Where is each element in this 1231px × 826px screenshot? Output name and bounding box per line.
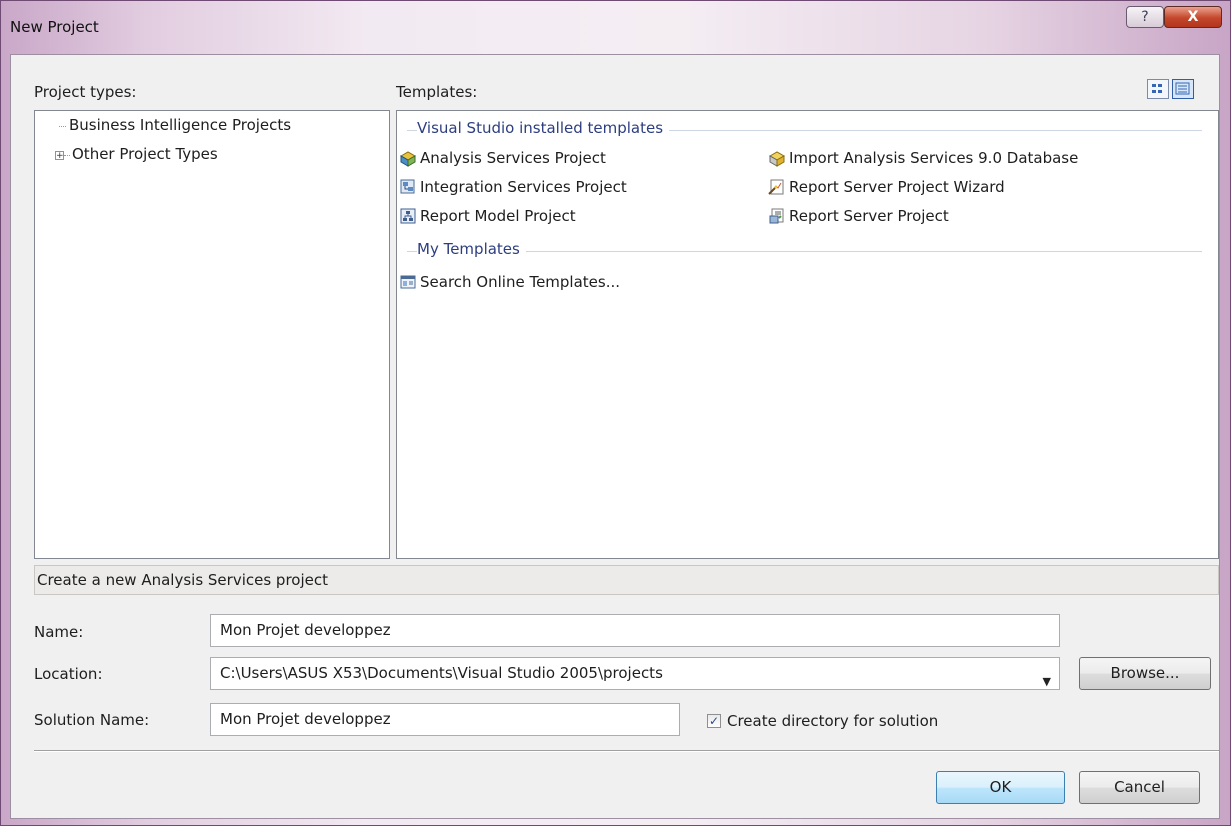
expand-icon[interactable]: +: [55, 151, 64, 161]
location-label: Location:: [34, 665, 103, 683]
checkmark-icon: ✓: [708, 714, 720, 728]
tree-item-business-intelligence[interactable]: Business Intelligence Projects: [69, 116, 291, 134]
templates-list[interactable]: Visual Studio installed templates Analys…: [396, 110, 1219, 559]
template-label: Integration Services Project: [420, 178, 627, 196]
tree-connector: [59, 126, 66, 127]
help-button[interactable]: ?: [1126, 6, 1164, 28]
analysis-services-icon: [399, 149, 417, 167]
search-online-icon: [399, 273, 417, 291]
small-icons-icon: [1175, 82, 1190, 95]
cancel-button[interactable]: Cancel: [1079, 771, 1200, 804]
dialog-title: New Project: [10, 18, 99, 36]
close-icon: X: [1187, 9, 1199, 25]
new-project-dialog: New Project ? X Project types: Templates…: [0, 0, 1231, 826]
template-label: Search Online Templates...: [420, 273, 621, 291]
cancel-button-label: Cancel: [1114, 778, 1165, 796]
template-label: Report Model Project: [420, 207, 576, 225]
group-rule: [407, 251, 1202, 252]
group-title-my-templates: My Templates: [417, 240, 526, 258]
tree-item-label: Business Intelligence Projects: [69, 116, 292, 134]
location-combo-value: C:\Users\ASUS X53\Documents\Visual Studi…: [220, 664, 663, 682]
chevron-down-icon[interactable]: ▼: [1043, 666, 1051, 689]
template-label: Report Server Project Wizard: [789, 178, 1005, 196]
report-model-icon: [399, 207, 417, 225]
template-description-bar: Create a new Analysis Services project: [34, 565, 1219, 595]
project-types-tree[interactable]: Business Intelligence Projects + Other P…: [34, 110, 390, 559]
tree-item-label: Other Project Types: [72, 145, 218, 163]
import-database-icon: [768, 149, 786, 167]
tree-connector: [64, 155, 70, 156]
template-search-online[interactable]: Search Online Templates...: [399, 273, 620, 291]
create-directory-checkbox[interactable]: ✓: [707, 714, 721, 728]
template-integration-services-project[interactable]: Integration Services Project: [399, 178, 627, 196]
small-icons-view-button[interactable]: [1172, 79, 1194, 99]
group-title-installed: Visual Studio installed templates: [417, 119, 670, 137]
templates-label: Templates:: [396, 83, 478, 101]
template-report-model-project[interactable]: Report Model Project: [399, 207, 576, 225]
template-label: Analysis Services Project: [420, 149, 606, 167]
expander-symbol: +: [56, 151, 64, 161]
template-description: Create a new Analysis Services project: [37, 571, 328, 589]
title-bar[interactable]: New Project ? X: [1, 1, 1230, 53]
name-input[interactable]: Mon Projet developpez: [210, 614, 1060, 647]
dialog-client-area: Project types: Templates: Business Intel…: [10, 54, 1220, 819]
solution-name-input-value: Mon Projet developpez: [220, 710, 391, 728]
ok-button-label: OK: [989, 778, 1012, 796]
browse-button-label: Browse...: [1110, 664, 1180, 682]
template-import-analysis-services-database[interactable]: Import Analysis Services 9.0 Database: [768, 149, 1078, 167]
template-analysis-services-project[interactable]: Analysis Services Project: [399, 149, 606, 167]
location-combo[interactable]: C:\Users\ASUS X53\Documents\Visual Studi…: [210, 657, 1060, 690]
report-server-icon: [768, 207, 786, 225]
integration-services-icon: [399, 178, 417, 196]
help-icon: ?: [1141, 9, 1149, 25]
template-report-server-project-wizard[interactable]: Report Server Project Wizard: [768, 178, 1005, 196]
separator: [34, 750, 1219, 752]
browse-button[interactable]: Browse...: [1079, 657, 1211, 690]
solution-name-label: Solution Name:: [34, 711, 150, 729]
large-icons-view-button[interactable]: [1147, 79, 1169, 99]
close-button[interactable]: X: [1164, 6, 1222, 28]
project-types-label: Project types:: [34, 83, 137, 101]
solution-name-input[interactable]: Mon Projet developpez: [210, 703, 680, 736]
template-report-server-project[interactable]: Report Server Project: [768, 207, 949, 225]
name-input-value: Mon Projet developpez: [220, 621, 391, 639]
template-label: Import Analysis Services 9.0 Database: [789, 149, 1079, 167]
tree-item-other-project-types[interactable]: Other Project Types: [72, 145, 218, 163]
create-directory-label[interactable]: Create directory for solution: [727, 712, 938, 730]
report-wizard-icon: [768, 178, 786, 196]
name-label: Name:: [34, 623, 84, 641]
ok-button[interactable]: OK: [936, 771, 1065, 804]
template-label: Report Server Project: [789, 207, 949, 225]
large-icons-icon: [1152, 84, 1162, 93]
